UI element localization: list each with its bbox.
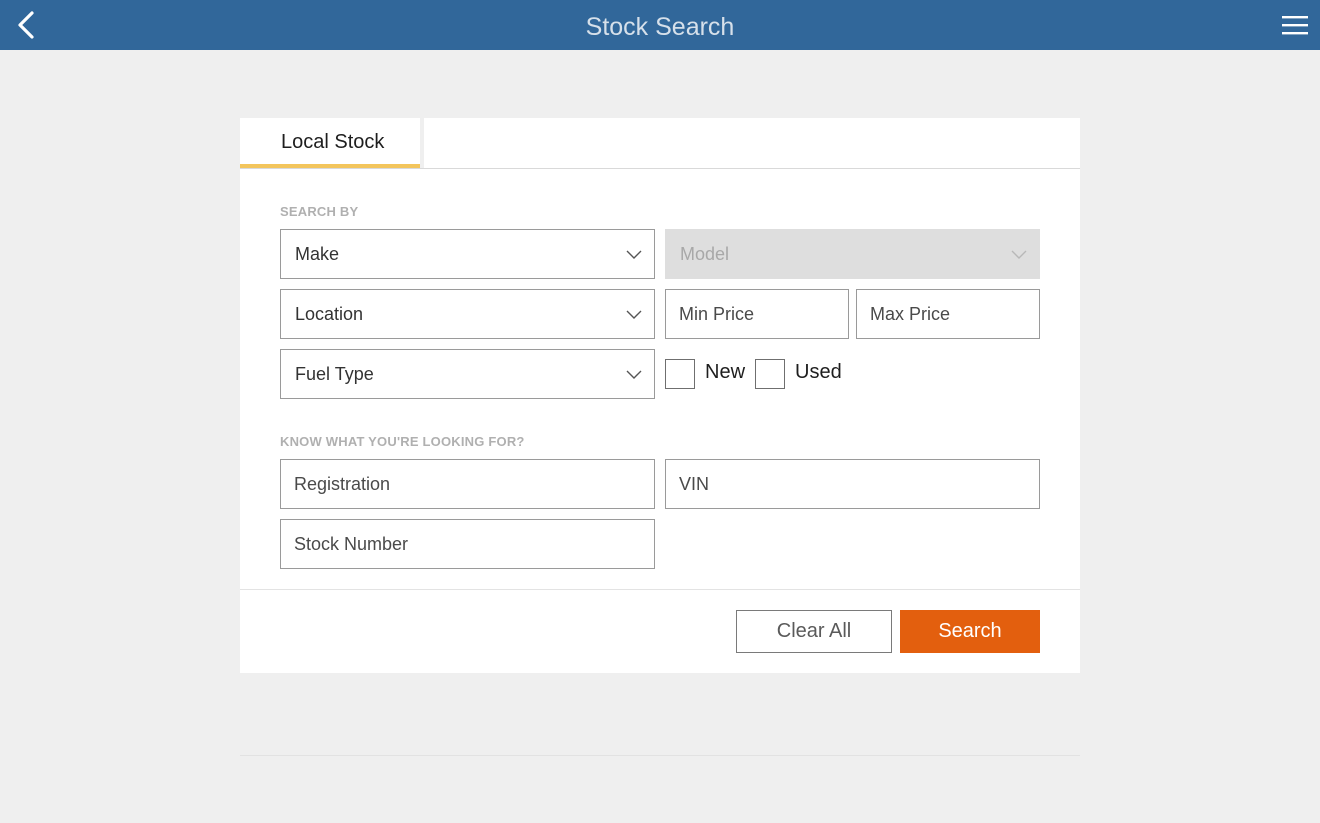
make-select-value: Make [295, 244, 340, 264]
location-select-value: Location [295, 304, 364, 324]
chevron-down-icon [626, 250, 642, 259]
tab-local-stock[interactable]: Local Stock [240, 118, 420, 168]
vin-field [665, 459, 1040, 509]
fuel-type-select[interactable]: Fuel Type [280, 349, 655, 399]
stock-number-field [280, 519, 655, 569]
max-price-field [856, 289, 1040, 339]
chevron-down-icon [626, 370, 642, 379]
chevron-down-icon [1011, 250, 1027, 259]
tab-bar: Local Stock [240, 118, 1080, 169]
chevron-down-icon [626, 310, 642, 319]
stock-search-card: Local Stock SEARCH BY Make Model Locatio… [240, 118, 1080, 673]
clear-all-button[interactable]: Clear All [736, 610, 892, 653]
used-checkbox[interactable] [755, 359, 785, 389]
used-checkbox-label[interactable]: Used [795, 361, 842, 384]
stock-number-input[interactable] [281, 520, 654, 568]
min-price-input[interactable] [666, 290, 848, 338]
footer-divider [240, 589, 1080, 590]
model-select: Model [665, 229, 1040, 279]
page-title: Stock Search [585, 13, 735, 41]
search-button[interactable]: Search [900, 610, 1040, 653]
location-select[interactable]: Location [280, 289, 655, 339]
lookup-section-label: KNOW WHAT YOU'RE LOOKING FOR? [280, 434, 525, 449]
hamburger-menu-icon [1282, 16, 1308, 35]
search-by-label: SEARCH BY [280, 204, 359, 219]
make-select[interactable]: Make [280, 229, 655, 279]
registration-input[interactable] [281, 460, 654, 508]
min-price-field [665, 289, 849, 339]
registration-field [280, 459, 655, 509]
new-checkbox[interactable] [665, 359, 695, 389]
bottom-divider [240, 755, 1080, 756]
new-checkbox-label[interactable]: New [705, 361, 745, 384]
menu-button[interactable] [1280, 12, 1310, 38]
top-app-bar: Stock Search [0, 0, 1320, 50]
tab-divider [420, 118, 424, 168]
fuel-type-select-value: Fuel Type [295, 364, 374, 384]
vin-input[interactable] [666, 460, 1039, 508]
max-price-input[interactable] [857, 290, 1039, 338]
model-select-value: Model [680, 244, 730, 264]
